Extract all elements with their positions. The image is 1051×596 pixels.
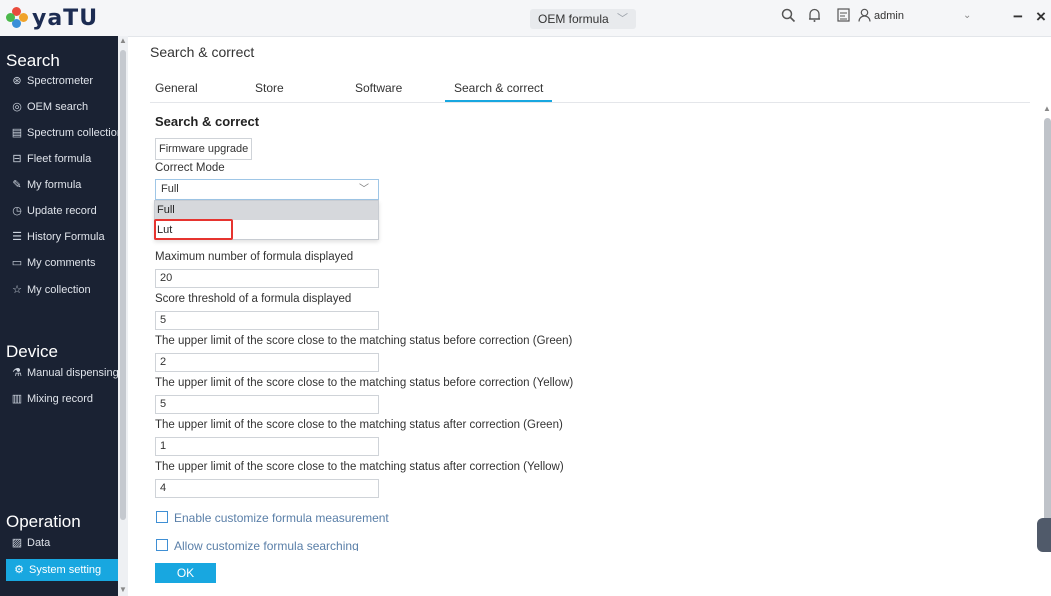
- ok-button[interactable]: OK: [155, 563, 216, 583]
- max-formula-input[interactable]: 20: [155, 269, 379, 288]
- logo-flower-icon: [6, 7, 28, 29]
- sidebar-item-oem-search[interactable]: ◎ OEM search: [0, 96, 118, 118]
- highlight-box: [154, 219, 233, 240]
- formula-type-select[interactable]: OEM formula ﹀: [530, 9, 636, 29]
- score-threshold-input[interactable]: 5: [155, 311, 379, 330]
- correct-mode-value: Full: [161, 183, 179, 195]
- star-icon: ☆: [12, 284, 22, 296]
- chart-icon: ▨: [11, 537, 23, 549]
- checkbox-icon[interactable]: [156, 511, 168, 523]
- field-label-after-yellow: The upper limit of the score close to th…: [155, 461, 564, 473]
- chevron-down-icon: ﹀: [617, 13, 628, 25]
- sidebar-item-fleet-formula[interactable]: ⊟ Fleet formula: [0, 148, 118, 170]
- before-green-input[interactable]: 2: [155, 353, 379, 372]
- close-button[interactable]: ×: [1036, 7, 1046, 27]
- edit-icon: ✎: [12, 179, 22, 191]
- sidebar-item-update-record[interactable]: ◷ Update record: [0, 200, 118, 222]
- sidebar-item-mixing-record[interactable]: ▥ Mixing record: [0, 388, 118, 410]
- oem-icon: ◎: [12, 101, 22, 113]
- user-name[interactable]: admin: [874, 10, 904, 22]
- settings-tabs: General Store Software Search & correct: [150, 80, 1030, 103]
- gear-icon: ⚙: [14, 564, 24, 576]
- correct-mode-select[interactable]: Full ﹀: [155, 179, 379, 200]
- record-icon: ▥: [11, 393, 23, 405]
- customize-searching-checkbox[interactable]: Allow customize formula searching: [156, 539, 359, 551]
- floating-side-tab[interactable]: [1037, 518, 1051, 552]
- field-label-before-green: The upper limit of the score close to th…: [155, 335, 573, 347]
- sidebar-item-my-comments[interactable]: ▭ My comments: [0, 252, 118, 274]
- minimize-button[interactable]: −: [1013, 7, 1023, 27]
- field-label-after-green: The upper limit of the score close to th…: [155, 419, 563, 431]
- page-title: Search & correct: [150, 44, 255, 60]
- sidebar-item-manual-dispensing[interactable]: ⚗ Manual dispensing: [0, 362, 118, 384]
- sidebar-item-my-formula[interactable]: ✎ My formula: [0, 174, 118, 196]
- section-title: Search & correct: [155, 114, 260, 129]
- correct-mode-label: Correct Mode: [155, 162, 225, 174]
- field-label-max-formula: Maximum number of formula displayed: [155, 251, 354, 263]
- document-icon[interactable]: [837, 8, 850, 26]
- sidebar-item-spectrum-collection[interactable]: ▤ Spectrum collection: [0, 122, 118, 144]
- sidebar-item-my-collection[interactable]: ☆ My collection: [0, 279, 118, 301]
- car-icon: ⊟: [12, 153, 22, 165]
- firmware-upgrade-button[interactable]: Firmware upgrade: [155, 138, 253, 160]
- bell-icon[interactable]: [808, 8, 821, 27]
- title-bar: yaTU OEM formula ﹀ admin ⌄ − ×: [0, 0, 1051, 37]
- after-green-input[interactable]: 1: [155, 437, 379, 456]
- main-scroll-thumb[interactable]: [1044, 118, 1051, 548]
- history-icon: ☰: [12, 231, 22, 243]
- field-label-before-yellow: The upper limit of the score close to th…: [155, 377, 574, 389]
- spectrometer-icon: ⊛: [12, 75, 22, 87]
- sidebar-item-history-formula[interactable]: ☰ History Formula: [0, 226, 118, 248]
- sidebar-section-operation: Operation: [6, 512, 81, 531]
- checkbox-icon[interactable]: [156, 539, 168, 551]
- field-label-score-threshold: Score threshold of a formula displayed: [155, 293, 352, 305]
- sidebar-section-search: Search: [6, 51, 60, 70]
- tab-search-correct[interactable]: Search & correct: [445, 81, 553, 102]
- sidebar-scroll-thumb[interactable]: [120, 50, 126, 520]
- tab-store[interactable]: Store: [255, 81, 284, 95]
- comment-icon: ▭: [11, 257, 23, 269]
- option-full[interactable]: Full: [155, 201, 378, 220]
- tab-general[interactable]: General: [155, 81, 198, 95]
- user-menu-chevron-icon[interactable]: ⌄: [963, 10, 971, 21]
- logo-text: yaTU: [32, 5, 99, 31]
- user-icon[interactable]: [858, 8, 871, 26]
- chevron-down-icon: ﹀: [359, 184, 369, 195]
- sidebar-scrollbar[interactable]: ▲ ▼: [118, 36, 128, 596]
- dispense-icon: ⚗: [12, 367, 22, 379]
- before-yellow-input[interactable]: 5: [155, 395, 379, 414]
- search-icon[interactable]: [781, 8, 796, 27]
- clock-icon: ◷: [12, 205, 22, 217]
- sidebar-item-data[interactable]: ▨ Data: [0, 532, 118, 554]
- scroll-up-arrow-icon[interactable]: ▲: [1043, 104, 1051, 113]
- scroll-down-arrow-icon[interactable]: ▼: [119, 585, 127, 594]
- after-yellow-input[interactable]: 4: [155, 479, 379, 498]
- collection-icon: ▤: [11, 127, 23, 139]
- sidebar: Search ⊛ Spectrometer ◎ OEM search ▤ Spectr…: [0, 36, 118, 596]
- scroll-up-arrow-icon[interactable]: ▲: [119, 36, 127, 45]
- sidebar-item-system-setting[interactable]: ⚙ System setting: [6, 559, 118, 581]
- sidebar-section-device: Device: [6, 342, 58, 361]
- formula-type-value: OEM formula: [538, 12, 609, 26]
- sidebar-item-spectrometer[interactable]: ⊛ Spectrometer: [0, 70, 118, 92]
- tab-software[interactable]: Software: [355, 81, 402, 95]
- app-logo: yaTU: [6, 5, 98, 31]
- customize-measurement-checkbox[interactable]: Enable customize formula measurement: [156, 511, 389, 525]
